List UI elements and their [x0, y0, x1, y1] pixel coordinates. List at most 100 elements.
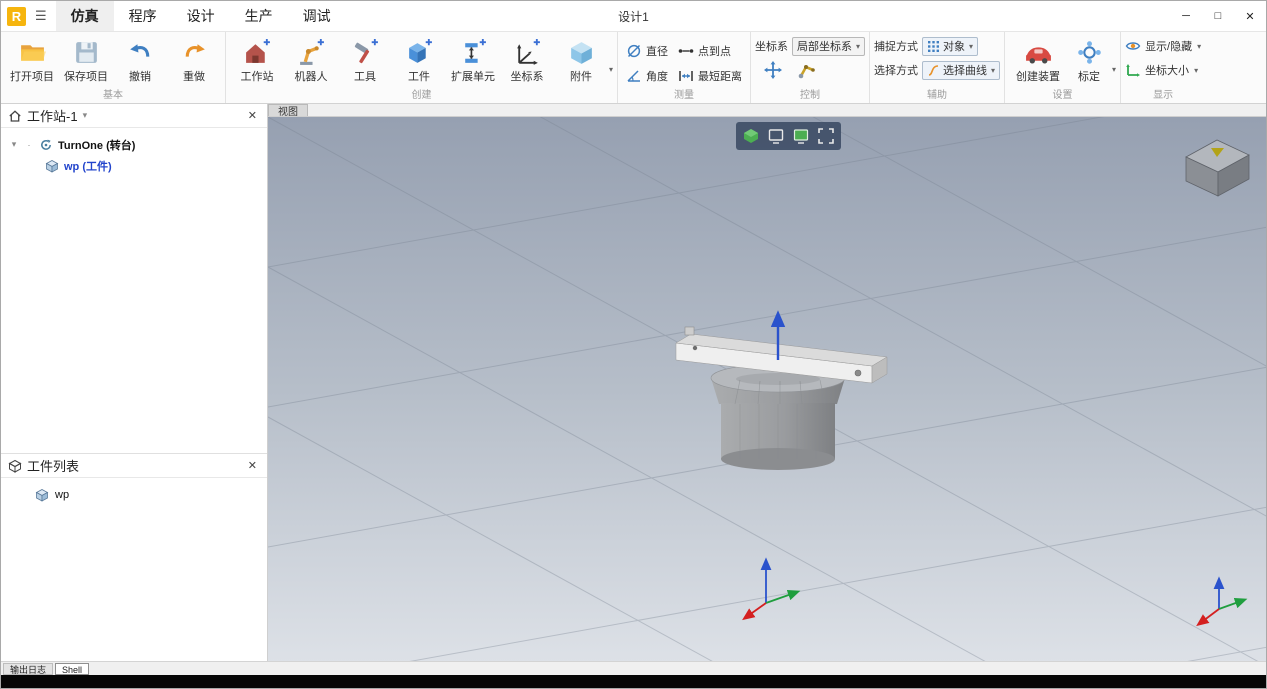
show-hide-eye-icon — [1125, 38, 1141, 54]
app-logo: R — [7, 6, 26, 26]
workstation-panel-close-icon[interactable]: ✕ — [245, 109, 260, 122]
move-tool-button[interactable] — [763, 60, 783, 80]
fit-view-icon[interactable] — [816, 126, 836, 146]
select-mode-label: 选择方式 — [874, 65, 919, 77]
ribbon-group-display: 显示/隐藏 ▾ 坐标大小 ▾ 显示 — [1121, 32, 1205, 103]
bottom-bar — [1, 675, 1266, 688]
undo-button[interactable]: 撤销 — [113, 34, 167, 84]
workpiece-list-icon — [8, 459, 22, 473]
wp-item-cube-icon — [35, 488, 49, 502]
folder-icon — [18, 36, 47, 68]
calibration-dropdown-caret[interactable]: ▾ — [1112, 65, 1116, 74]
tab-debug[interactable]: 调试 — [288, 1, 346, 31]
workpiece-list-panel: 工件列表 ✕ wp — [1, 453, 267, 505]
attachment-button[interactable]: 附件 — [554, 34, 608, 84]
viewport-canvas[interactable] — [268, 117, 1266, 661]
home-icon — [8, 109, 22, 123]
coordinate-size-icon — [1125, 62, 1141, 78]
tab-production[interactable]: 生产 — [230, 1, 288, 31]
measure-diameter-button[interactable]: 直径 — [626, 40, 668, 62]
create-robot-button[interactable]: 机器人 — [284, 34, 338, 84]
tool-icon — [351, 36, 380, 68]
window-controls: ─ □ ✕ — [1170, 1, 1266, 31]
minimize-button[interactable]: ─ — [1170, 1, 1202, 31]
group-label-create: 创建 — [411, 90, 432, 101]
calibration-icon — [1075, 36, 1104, 68]
ribbon-group-basic: 打开项目 保存项目 撤销 重做 基本 — [1, 32, 226, 103]
ribbon-group-control: 坐标系 局部坐标系 ▾ 控制 — [751, 32, 871, 103]
close-button[interactable]: ✕ — [1234, 1, 1266, 31]
group-label-display: 显示 — [1153, 90, 1174, 101]
save-icon — [72, 36, 101, 68]
viewport-toolbar — [736, 122, 841, 150]
group-label-measure: 测量 — [674, 90, 695, 101]
view-tab[interactable]: 视图 — [268, 104, 308, 118]
scene[interactable] — [268, 117, 1266, 661]
coordinate-size-button[interactable]: 坐标大小 ▾ — [1125, 58, 1201, 82]
output-log-tab[interactable]: 输出日志 — [3, 662, 54, 675]
capture-green-icon[interactable] — [791, 126, 811, 146]
attachment-dropdown-caret[interactable]: ▾ — [609, 65, 613, 74]
point-to-point-icon — [678, 43, 694, 59]
capture-view-icon[interactable] — [766, 126, 786, 146]
snap-mode-select[interactable]: 对象 ▾ — [922, 36, 979, 56]
save-project-label: 保存项目 — [64, 71, 108, 83]
coordinate-system-select[interactable]: 局部坐标系 ▾ — [792, 36, 866, 56]
snap-grid-icon — [927, 40, 940, 53]
measure-point-to-point-button[interactable]: 点到点 — [678, 40, 742, 62]
tree-item-wp[interactable]: wp (工件) — [1, 155, 267, 176]
workpiece-icon — [405, 36, 434, 68]
joint-tool-button[interactable] — [797, 60, 817, 80]
measure-angle-button[interactable]: 角度 — [626, 65, 668, 87]
ribbon-group-settings: 创建装置 标定 ▾ 设置 — [1005, 32, 1122, 103]
expander-icon[interactable]: ▾ — [9, 139, 19, 150]
workstation-icon — [243, 36, 272, 68]
tab-program[interactable]: 程序 — [114, 1, 172, 31]
create-workpiece-button[interactable]: 工件 — [392, 34, 446, 84]
turntable-icon — [39, 138, 53, 152]
undo-label: 撤销 — [129, 71, 151, 83]
curve-icon — [927, 64, 940, 77]
robot-icon — [297, 36, 326, 68]
create-extension-unit-button[interactable]: 扩展单元 — [446, 34, 500, 84]
tree-item-turnone[interactable]: ▾ · TurnOne (转台) — [1, 134, 267, 155]
coordinate-axes-icon — [513, 36, 542, 68]
tab-simulation[interactable]: 仿真 — [55, 1, 114, 31]
device-car-icon — [1024, 36, 1053, 68]
titlebar: R ☰ 仿真 程序 设计 生产 调试 设计1 ─ □ ✕ — [1, 1, 1266, 31]
group-label-control: 控制 — [800, 90, 821, 101]
menu-tab-bar: 仿真 程序 设计 生产 调试 — [55, 1, 346, 31]
extension-unit-icon — [459, 36, 488, 68]
workpiece-cube-icon — [45, 159, 59, 173]
group-label-settings: 设置 — [1052, 90, 1073, 101]
workstation-panel-header: 工作站-1 ▾ ✕ — [1, 104, 267, 128]
angle-icon — [626, 68, 642, 84]
group-label-basic: 基本 — [103, 90, 123, 101]
main-area: 视图 — [268, 104, 1266, 661]
workpiece-list-item[interactable]: wp — [1, 484, 267, 505]
coordinate-select-caret: ▾ — [856, 41, 861, 51]
hamburger-menu-icon[interactable]: ☰ — [26, 8, 56, 24]
statusbar: 输出日志 Shell — [1, 661, 1266, 675]
tab-design[interactable]: 设计 — [172, 1, 230, 31]
calibration-button[interactable]: 标定 — [1067, 34, 1111, 84]
redo-button[interactable]: 重做 — [167, 34, 221, 84]
cube-view-icon[interactable] — [741, 126, 761, 146]
workpiece-panel-header: 工件列表 ✕ — [1, 454, 267, 478]
panel-chevron-icon[interactable]: ▾ — [83, 110, 88, 121]
open-project-button[interactable]: 打开项目 — [5, 34, 59, 84]
create-tool-button[interactable]: 工具 — [338, 34, 392, 84]
workstation-panel-title: 工作站-1 — [27, 109, 78, 124]
show-hide-button[interactable]: 显示/隐藏 ▾ — [1125, 34, 1201, 58]
measure-shortest-distance-button[interactable]: 最短距离 — [678, 65, 742, 87]
create-device-button[interactable]: 创建装置 — [1009, 34, 1067, 84]
create-workstation-button[interactable]: 工作站 — [230, 34, 284, 84]
workpiece-panel-close-icon[interactable]: ✕ — [245, 459, 260, 472]
create-coordinate-button[interactable]: 坐标系 — [500, 34, 554, 84]
shell-tab[interactable]: Shell — [55, 662, 90, 675]
maximize-button[interactable]: □ — [1202, 1, 1234, 31]
save-project-button[interactable]: 保存项目 — [59, 34, 113, 84]
open-project-label: 打开项目 — [10, 71, 54, 83]
undo-icon — [126, 36, 155, 68]
select-mode-select[interactable]: 选择曲线 ▾ — [922, 60, 1001, 80]
